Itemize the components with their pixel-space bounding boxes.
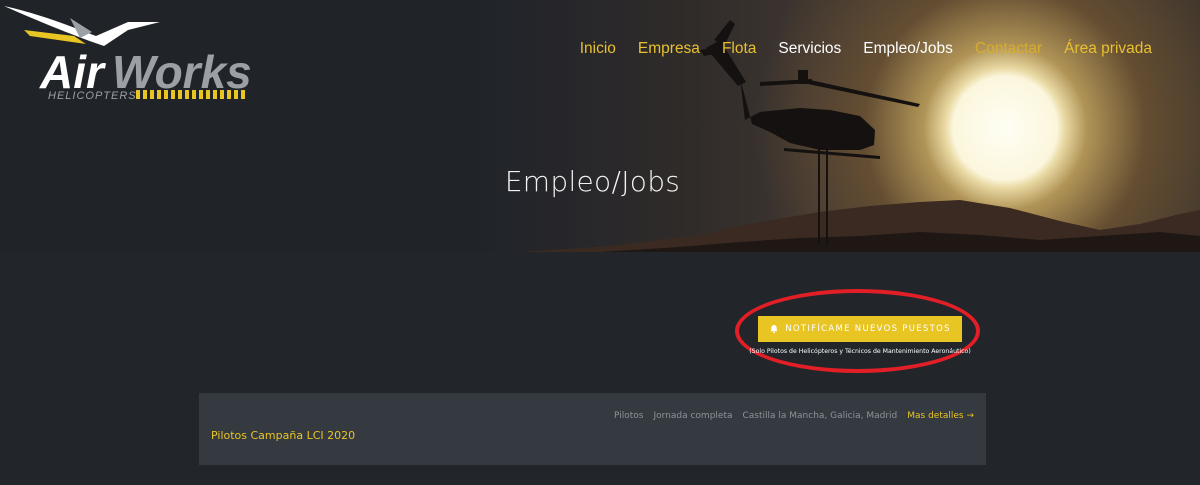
job-location: Castilla la Mancha, Galicia, Madrid <box>742 411 898 421</box>
nav-item-empresa[interactable]: Empresa <box>638 40 700 58</box>
nav-item-servicios[interactable]: Servicios <box>778 40 841 58</box>
hero-banner: Air Works HELICOPTERS Inicio Empresa Flo… <box>0 0 1200 252</box>
job-type: Jornada completa <box>653 411 733 421</box>
logo-tagline: HELICOPTERS <box>48 90 137 102</box>
job-meta: Pilotos Jornada completa Castilla la Man… <box>614 411 974 421</box>
job-category: Pilotos <box>614 411 644 421</box>
nav-item-area-privada[interactable]: Área privada <box>1064 40 1152 58</box>
nav-item-flota[interactable]: Flota <box>722 40 756 58</box>
notify-button-label: NOTIFÍCAME NUEVOS PUESTOS <box>785 324 951 334</box>
notify-new-jobs-button[interactable]: NOTIFÍCAME NUEVOS PUESTOS <box>758 316 962 342</box>
nav-item-empleo-jobs[interactable]: Empleo/Jobs <box>863 40 953 58</box>
main-nav: Inicio Empresa Flota Servicios Empleo/Jo… <box>580 40 1152 58</box>
page-title: Empleo/Jobs <box>504 165 681 198</box>
nav-item-inicio[interactable]: Inicio <box>580 40 616 58</box>
job-title-link[interactable]: Pilotos Campaña LCI 2020 <box>211 429 355 442</box>
nav-item-contactar[interactable]: Contactar <box>975 40 1042 58</box>
bell-icon <box>770 325 778 334</box>
job-details-link[interactable]: Mas detalles → <box>907 411 974 421</box>
notify-note: (Solo Pilotos de Helicópteros y Técnicos… <box>749 348 971 355</box>
airworks-logo[interactable]: Air Works HELICOPTERS <box>0 0 260 104</box>
job-listing-card[interactable]: Pilotos Jornada completa Castilla la Man… <box>199 393 986 465</box>
